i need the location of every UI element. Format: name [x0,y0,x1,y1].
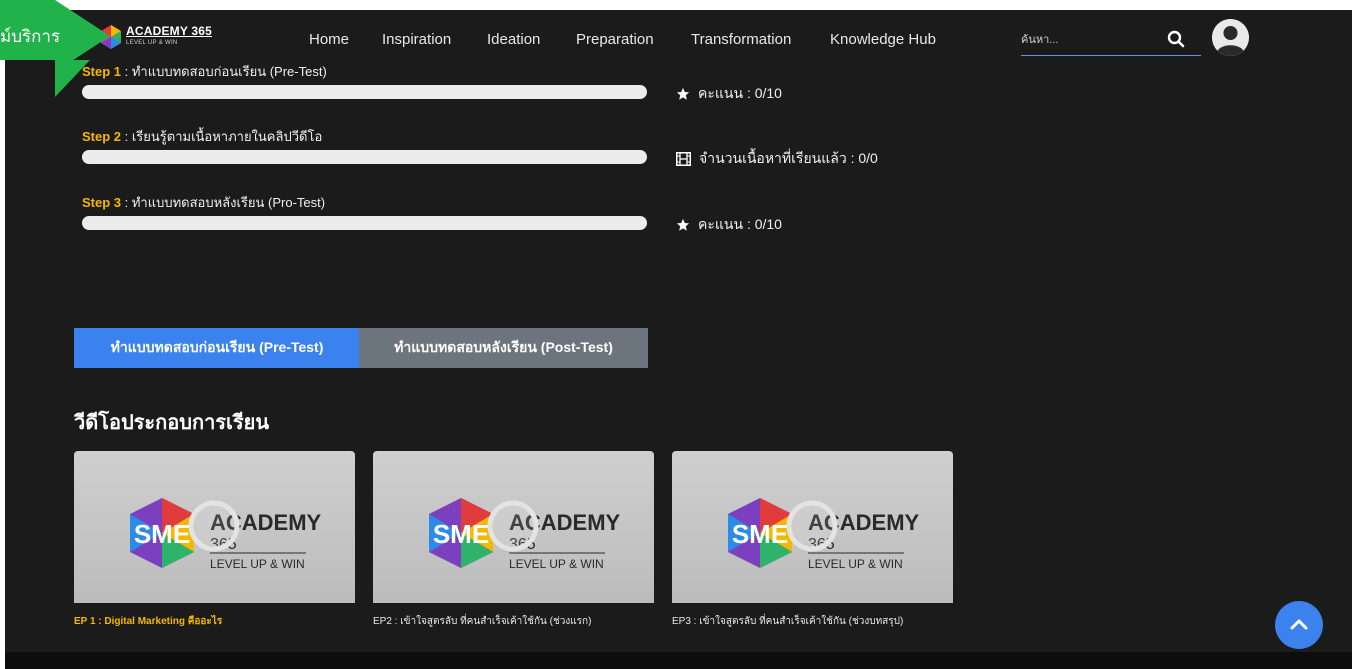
pre-test-button[interactable]: ทำแบบทดสอบก่อนเรียน (Pre-Test) [74,328,360,368]
service-tag-text: ม์บริการ [0,27,61,47]
nav-link-inspiration[interactable]: Inspiration [382,31,451,48]
step-3-score: คะแนน : 0/10 [698,216,782,232]
page-frame: ACADEMY 365 LEVEL UP & WIN Home Inspirat… [5,0,1352,669]
logo-tagline-text: LEVEL UP & WIN [509,557,604,571]
nav-link-preparation[interactable]: Preparation [576,31,654,48]
nav-link-transformation[interactable]: Transformation [691,31,791,48]
video-thumbnail[interactable]: SME ACADEMY 365 LEVEL UP & WIN [373,451,654,603]
step-2-number: Step 2 [82,129,122,144]
search-box [1021,25,1201,56]
step-2-title: Step 2 : เรียนรู้ตามเนื้อหาภายในคลิปวีดี… [82,126,322,147]
logo-sme-text: SME [732,519,788,549]
step-2-meta: จำนวนเนื้อหาที่เรียนแล้ว : 0/0 [676,148,878,170]
step-3-label: : ทำแบบทดสอบหลังเรียน (Pro-Test) [121,195,326,210]
sme-academy-logo-icon: SME ACADEMY 365 LEVEL UP & WIN [728,498,920,571]
star-icon [676,87,690,100]
step-3-title: Step 3 : ทำแบบทดสอบหลังเรียน (Pro-Test) [82,192,325,213]
nav-link-home[interactable]: Home [309,31,349,48]
scroll-to-top-button[interactable] [1275,601,1323,649]
star-icon [676,218,690,231]
site-logo[interactable]: ACADEMY 365 LEVEL UP & WIN [100,20,215,54]
logo-sme-text: SME [134,519,190,549]
step-3-number: Step 3 [82,195,122,210]
step-2-progress-bar [82,150,647,164]
footer-band [5,652,1352,669]
video-thumbnail[interactable]: SME ACADEMY 365 LEVEL UP & WIN [74,451,355,603]
step-2-content-count: จำนวนเนื้อหาที่เรียนแล้ว : 0/0 [699,150,878,166]
chevron-up-icon [1290,619,1308,630]
step-1-title: Step 1 : ทำแบบทดสอบก่อนเรียน (Pre-Test) [82,61,327,82]
sme-academy-logo-icon: SME ACADEMY 365 LEVEL UP & WIN [429,498,621,571]
logo-sme-text: SME [433,519,489,549]
sme-academy-logo-icon: SME ACADEMY 365 LEVEL UP & WIN [130,498,322,571]
videos-section-title: วีดีโอประกอบการเรียน [74,410,270,434]
logo-tagline-text: LEVEL UP & WIN [210,557,305,571]
brand-tagline: LEVEL UP & WIN [126,40,178,46]
nav-link-knowledge-hub[interactable]: Knowledge Hub [830,31,936,48]
nav-link-ideation[interactable]: Ideation [487,31,540,48]
step-1-progress-bar [82,85,647,99]
logo-tagline-text: LEVEL UP & WIN [808,557,903,571]
step-1-label: : ทำแบบทดสอบก่อนเรียน (Pre-Test) [121,64,327,79]
step-3-progress-bar [82,216,647,230]
search-icon[interactable] [1167,30,1187,50]
post-test-button[interactable]: ทำแบบทดสอบหลังเรียน (Post-Test) [359,328,648,368]
search-input[interactable] [1021,29,1161,51]
film-icon [676,152,691,166]
video-title-ep3[interactable]: EP3 : เข้าใจสูตรลับ ที่คนสำเร็จเค้าใช้กั… [672,614,903,629]
video-title-ep1[interactable]: EP 1 : Digital Marketing คืออะไร [74,614,222,629]
step-2-label: : เรียนรู้ตามเนื้อหาภายในคลิปวีดีโอ [121,129,323,144]
brand-name: ACADEMY 365 [126,24,213,38]
step-1-meta: คะแนน : 0/10 [676,83,782,105]
step-3-meta: คะแนน : 0/10 [676,214,782,236]
video-thumbnail[interactable]: SME ACADEMY 365 LEVEL UP & WIN [672,451,953,603]
top-edge [0,0,1352,10]
step-1-score: คะแนน : 0/10 [698,85,782,101]
video-title-ep2[interactable]: EP2 : เข้าใจสูตรลับ ที่คนสำเร็จเค้าใช้กั… [373,614,591,629]
user-avatar-icon[interactable] [1212,19,1249,56]
navbar: ACADEMY 365 LEVEL UP & WIN Home Inspirat… [5,10,1352,60]
